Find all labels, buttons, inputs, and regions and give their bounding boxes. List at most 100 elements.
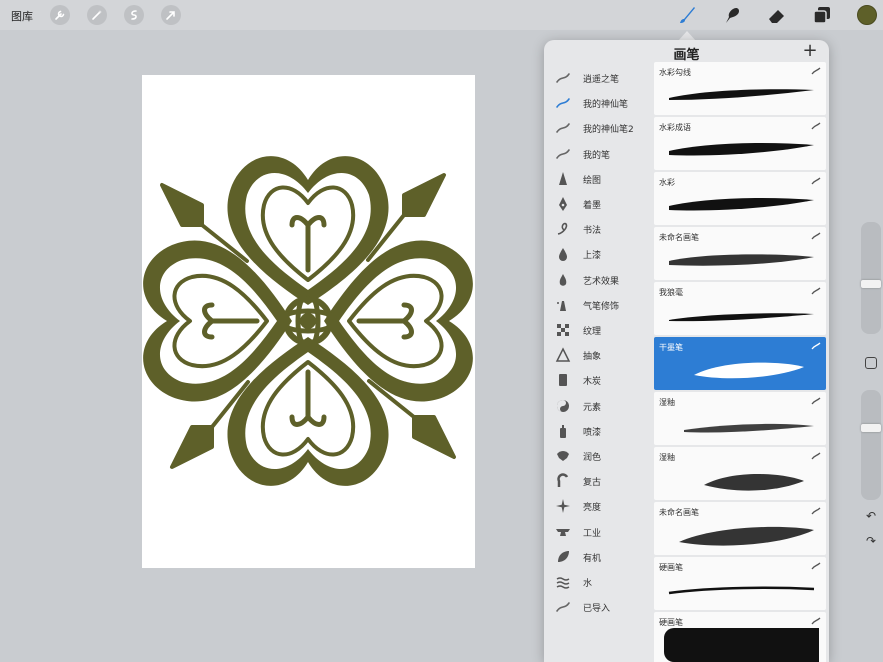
brush-item[interactable]: 水彩 (654, 172, 826, 225)
brush-set-label: 纹理 (583, 327, 602, 337)
undo-icon[interactable]: ↶ (864, 509, 878, 523)
modify-button[interactable] (865, 357, 877, 369)
airbrush-icon (555, 297, 571, 313)
brush-preview-icon (811, 507, 821, 515)
brush-set-label: 我的神仙笔2 (583, 125, 634, 136)
color-swatch-button[interactable] (857, 5, 877, 25)
brush-preview-icon (811, 342, 821, 350)
brush-set-label: 我的神仙笔 (583, 100, 629, 111)
brush-set-item[interactable]: 喷漆 (544, 418, 652, 443)
brush-item[interactable]: 我狼毫 (654, 282, 826, 335)
brush-set-item[interactable]: 着墨 (544, 191, 652, 216)
brush-preview-icon (811, 452, 821, 460)
brush-item[interactable]: 未命名画笔 (654, 502, 826, 555)
shell-icon (555, 448, 571, 464)
brush-set-item[interactable]: 我的神仙笔2 (544, 115, 652, 140)
brush-set-item[interactable]: 已导入 (544, 594, 652, 619)
brush-set-label: 木炭 (583, 377, 602, 388)
brush-preview-icon (811, 67, 821, 75)
add-brush-button[interactable]: + (802, 42, 818, 60)
brush-size-slider[interactable] (861, 222, 881, 334)
stroke-icon (555, 120, 571, 136)
brush-preview-icon (811, 617, 821, 625)
brush-set-item[interactable]: 水 (544, 569, 652, 594)
layers-icon[interactable] (811, 4, 833, 26)
triangle-icon (555, 347, 571, 363)
retro-arc-icon (555, 473, 571, 489)
brush-preview-icon (811, 177, 821, 185)
brush-set-item[interactable]: 绘图 (544, 166, 652, 191)
brush-stroke-preview (694, 362, 804, 379)
brush-set-label: 复古 (583, 478, 602, 489)
drawing-canvas[interactable] (142, 75, 475, 568)
brush-set-label: 逍遥之笔 (583, 75, 620, 85)
brush-set-label: 有机 (583, 553, 602, 564)
flame-drop-icon (555, 272, 571, 288)
redo-icon[interactable]: ↷ (864, 534, 878, 548)
brush-item[interactable]: 硬画笔 (654, 557, 826, 610)
brush-item[interactable]: 湿釉 (654, 392, 826, 445)
brush-stroke-preview (704, 474, 804, 491)
brush-set-label: 已导入 (583, 604, 611, 615)
brush-set-label: 书法 (583, 226, 602, 237)
sparkle-icon (555, 498, 571, 514)
brush-set-item[interactable]: 润色 (544, 443, 652, 468)
brush-set-item[interactable]: 工业 (544, 519, 652, 544)
spray-can-icon (555, 423, 571, 439)
brush-set-item[interactable]: 有机 (544, 544, 652, 569)
brush-set-item[interactable]: 亮度 (544, 493, 652, 518)
brush-set-item[interactable]: 复古 (544, 468, 652, 493)
brush-set-item[interactable]: 书法 (544, 216, 652, 241)
brush-set-item[interactable]: 木炭 (544, 367, 652, 392)
brush-stroke-preview (669, 313, 814, 322)
brush-library-panel: 画笔 + 逍遥之笔 我的神仙笔 我的神仙笔2 我的笔 绘图 着墨 书法 上漆 艺术效果 气笔修饰纹… (544, 40, 829, 662)
brush-icon[interactable] (676, 4, 698, 26)
brush-set-item[interactable]: 抽象 (544, 342, 652, 367)
brush-list: 水彩勾线 水彩成语 水彩 未命名画笔 我狼毫 干墨笔 湿釉 湿釉 未命名画笔 硬画笔 硬画笔 (654, 62, 826, 662)
brush-stroke-preview (669, 143, 814, 156)
eraser-icon[interactable] (766, 4, 788, 26)
pen-nib-icon (555, 196, 571, 212)
magic-wand-icon[interactable] (87, 5, 107, 25)
brush-preview-icon (811, 287, 821, 295)
stroke-icon (555, 146, 571, 162)
brush-set-item[interactable]: 气笔修饰 (544, 292, 652, 317)
top-toolbar: 图库 (0, 0, 883, 30)
brush-set-item[interactable]: 艺术效果 (544, 267, 652, 292)
opacity-thumb[interactable] (861, 424, 881, 432)
transform-arrow-icon[interactable] (161, 5, 181, 25)
brush-stroke-preview (668, 586, 815, 595)
brush-set-item[interactable]: 逍遥之笔 (544, 65, 652, 90)
brush-set-item[interactable]: 我的笔 (544, 141, 652, 166)
brush-item[interactable]: 水彩成语 (654, 117, 826, 170)
yin-yang-icon (555, 398, 571, 414)
brush-preview-icon (811, 122, 821, 130)
brush-set-item[interactable]: 上漆 (544, 241, 652, 266)
brush-item[interactable]: 干墨笔 (654, 337, 826, 390)
gallery-button[interactable]: 图库 (11, 8, 33, 24)
smudge-icon[interactable] (721, 4, 743, 26)
brush-item[interactable]: 硬画笔 (654, 612, 826, 662)
brush-set-item[interactable]: 纹理 (544, 317, 652, 342)
brush-set-label: 元素 (583, 402, 602, 413)
opacity-slider[interactable] (861, 390, 881, 500)
brush-size-thumb[interactable] (861, 280, 881, 288)
brush-stroke-preview (664, 628, 819, 662)
brush-set-label: 艺术效果 (583, 276, 620, 287)
brush-stroke-preview (669, 198, 814, 211)
brush-stroke-preview (679, 526, 814, 546)
brush-preview-icon (811, 562, 821, 570)
anvil-icon (555, 524, 571, 540)
brush-item[interactable]: 水彩勾线 (654, 62, 826, 115)
waves-icon (555, 574, 571, 590)
brush-item[interactable]: 未命名画笔 (654, 227, 826, 280)
selection-icon[interactable] (124, 5, 144, 25)
stroke-icon (555, 599, 571, 615)
brush-set-label: 润色 (583, 453, 602, 463)
brush-set-item[interactable]: 元素 (544, 393, 652, 418)
brush-set-item[interactable]: 我的神仙笔 (544, 90, 652, 115)
wrench-icon[interactable] (50, 5, 70, 25)
brush-item[interactable]: 湿釉 (654, 447, 826, 500)
brush-preview-icon (811, 397, 821, 405)
brush-set-label: 着墨 (583, 201, 602, 211)
